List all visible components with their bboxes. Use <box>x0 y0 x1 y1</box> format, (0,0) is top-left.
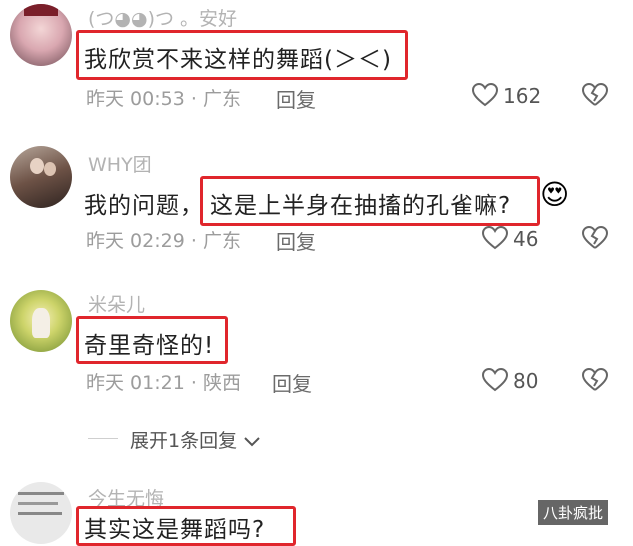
expand-divider-line <box>88 438 118 439</box>
like-count: 162 <box>503 84 542 108</box>
avatar[interactable] <box>10 290 72 352</box>
watermark: 八卦疯批 <box>538 500 609 525</box>
comment-text: 这是上半身在抽搐的孔雀嘛? <box>210 193 512 219</box>
comment-location: 广东 <box>202 230 241 252</box>
comment-location: 陕西 <box>202 372 241 394</box>
comment-time: 昨天 02:29 <box>86 230 185 252</box>
comment-meta: 昨天 00:53 · 广东 <box>86 84 241 111</box>
emoji-sticker: 😍 <box>540 178 570 211</box>
reply-button[interactable]: 回复 <box>272 368 312 397</box>
comment-time: 昨天 01:21 <box>86 372 185 394</box>
like-count: 80 <box>513 369 539 393</box>
meta-separator: · <box>190 88 197 110</box>
like-count: 46 <box>513 227 539 251</box>
comment-time: 昨天 00:53 <box>86 88 185 110</box>
comment-text-prefix: 我的问题， <box>84 193 204 219</box>
like-icon[interactable] <box>482 368 508 392</box>
reply-button[interactable]: 回复 <box>276 226 316 255</box>
dislike-icon[interactable] <box>582 368 608 392</box>
comment-username: (つ◕◕)つ 。安好 <box>88 8 238 30</box>
meta-separator: · <box>190 230 197 252</box>
comment-username: 米朵儿 <box>88 294 146 316</box>
like-icon[interactable] <box>472 83 498 107</box>
expand-replies-label: 展开1条回复 <box>130 430 238 452</box>
expand-replies-button[interactable]: 展开1条回复 <box>130 426 261 453</box>
chevron-down-icon <box>243 436 261 448</box>
dislike-icon[interactable] <box>582 83 608 107</box>
comment-meta: 昨天 01:21 · 陕西 <box>86 368 241 395</box>
avatar[interactable] <box>10 146 72 208</box>
comment-text: 其实这是舞蹈吗? <box>84 517 266 543</box>
like-icon[interactable] <box>482 226 508 250</box>
comment-location: 广东 <box>202 88 241 110</box>
reply-button[interactable]: 回复 <box>276 84 316 113</box>
comment-text: 我欣赏不来这样的舞蹈(＞＜) <box>84 47 392 73</box>
meta-separator: · <box>190 372 197 394</box>
comment-meta: 昨天 02:29 · 广东 <box>86 226 241 253</box>
avatar[interactable] <box>10 4 72 66</box>
comment-username: WHY团 <box>88 154 152 176</box>
comment-text: 奇里奇怪的! <box>84 333 215 359</box>
avatar[interactable] <box>10 482 72 544</box>
dislike-icon[interactable] <box>582 226 608 250</box>
